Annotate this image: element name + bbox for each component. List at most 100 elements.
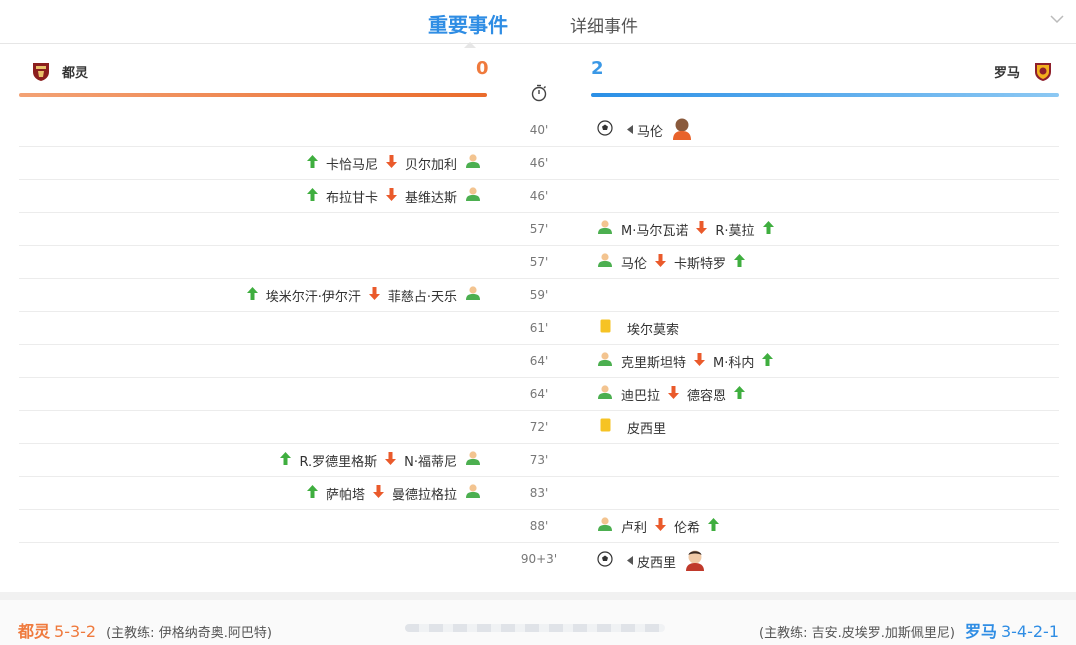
event-row: 57' M·马尔瓦诺 R·莫拉 [19, 213, 1059, 246]
tab-key-events[interactable]: 重要事件 [428, 9, 508, 48]
tab-detailed-events[interactable]: 详细事件 [570, 12, 638, 37]
substitution-player-icon [597, 220, 613, 238]
event-row: 88' 卢利 伦希 [19, 510, 1059, 543]
sub-out-arrow-icon [368, 286, 380, 304]
player-in-name[interactable]: 萨帕塔 [326, 484, 365, 503]
home-team: 都灵 [30, 60, 88, 82]
event-row: 46' 布拉甘卡 基维达斯 [19, 180, 1059, 213]
sub-out-arrow-icon [385, 154, 397, 172]
player-in-name[interactable]: 布拉甘卡 [326, 187, 378, 206]
event-minute: 64' [529, 387, 549, 401]
player-out-name[interactable]: 曼德拉格拉 [392, 484, 457, 503]
player-out-name[interactable]: 克里斯坦特 [621, 352, 686, 371]
home-event: 萨帕塔 曼德拉格拉 [306, 477, 481, 509]
sub-in-arrow-icon [734, 385, 746, 403]
event-minute: 57' [529, 255, 549, 269]
substitution-player-icon [465, 451, 481, 469]
player-in-name[interactable]: 德容恩 [687, 385, 726, 404]
home-formation: 5-3-2 [54, 622, 97, 641]
goal-ball-icon [597, 120, 613, 140]
sub-out-arrow-icon [372, 484, 384, 502]
sub-out-arrow-icon [655, 253, 667, 271]
player-out-name[interactable]: 马伦 [621, 253, 647, 272]
event-row: 73' R.罗德里格斯 N·福蒂尼 [19, 444, 1059, 477]
home-team-name: 都灵 [62, 65, 89, 81]
home-coach: (主教练: 伊格纳奇奥.阿巴特) [106, 626, 272, 641]
substitution-player-icon [465, 187, 481, 205]
sub-out-arrow-icon [655, 517, 667, 535]
sub-in-arrow-icon [306, 187, 318, 205]
event-minute: 57' [529, 222, 549, 236]
home-lineup: 都灵 5-3-2 (主教练: 伊格纳奇奥.阿巴特) [18, 618, 272, 642]
player-avatar [671, 116, 693, 144]
event-row: 40' 马伦 [19, 114, 1059, 147]
event-row: 46' 卡恰马尼 贝尔加利 [19, 147, 1059, 180]
event-minute: 64' [529, 354, 549, 368]
away-score: 2 [591, 58, 604, 79]
sub-in-arrow-icon [762, 352, 774, 370]
sub-in-arrow-icon [246, 286, 258, 304]
away-event: 马伦 卡斯特罗 [597, 246, 746, 278]
chevron-down-icon[interactable] [1050, 14, 1064, 24]
away-event: 卢利 伦希 [597, 510, 720, 542]
player-out-name[interactable]: 贝尔加利 [405, 154, 457, 173]
player-in-name[interactable]: 伦希 [674, 517, 700, 536]
event-list: 40' 马伦 46' 卡恰马尼 贝尔加利 46' 布拉甘卡 基维达斯 57' M·马尔瓦诺 R·莫拉… [19, 114, 1059, 579]
event-minute: 40' [529, 123, 549, 137]
torino-badge-icon [33, 63, 49, 81]
booked-player-name[interactable]: 埃尔莫索 [627, 319, 679, 338]
away-event: M·马尔瓦诺 R·莫拉 [597, 213, 774, 245]
sub-out-arrow-icon [385, 187, 397, 205]
event-tabs: 重要事件 详细事件 [0, 0, 1076, 48]
sub-in-arrow-icon [734, 253, 746, 271]
player-out-name[interactable]: 菲慈占·天乐 [388, 286, 457, 305]
sub-in-arrow-icon [762, 220, 774, 238]
event-minute: 73' [529, 453, 549, 467]
player-out-name[interactable]: 卢利 [621, 517, 647, 536]
away-event: 迪巴拉 德容恩 [597, 378, 746, 410]
substitution-player-icon [597, 253, 613, 271]
event-row: 61' 埃尔莫索 [19, 312, 1059, 345]
event-minute: 59' [529, 288, 549, 302]
away-team: 罗马 [994, 60, 1054, 82]
goal-ball-icon [597, 551, 613, 571]
event-minute: 72' [529, 420, 549, 434]
player-out-name[interactable]: N·福蒂尼 [404, 451, 457, 470]
substitution-player-icon [597, 517, 613, 535]
player-in-name[interactable]: 卡恰马尼 [326, 154, 378, 173]
away-event: 马伦 [597, 114, 693, 146]
away-lineup: (主教练: 吉安.皮埃罗.加斯佩里尼) 罗马 3-4-2-1 [759, 618, 1059, 642]
player-in-name[interactable]: 埃米尔汗·伊尔汗 [266, 286, 361, 305]
sub-in-arrow-icon [280, 451, 292, 469]
stopwatch-icon [531, 84, 547, 102]
away-formation: 3-4-2-1 [1000, 622, 1059, 641]
sub-in-arrow-icon [306, 484, 318, 502]
home-event: 埃米尔汗·伊尔汗 菲慈占·天乐 [246, 279, 481, 311]
player-out-name[interactable]: 基维达斯 [405, 187, 457, 206]
sub-in-arrow-icon [306, 154, 318, 172]
away-bar [591, 93, 1059, 97]
sub-out-arrow-icon [694, 352, 706, 370]
goal-scorer-name[interactable]: 马伦 [637, 121, 663, 140]
player-out-name[interactable]: 迪巴拉 [621, 385, 660, 404]
yellow-card-icon [600, 418, 611, 436]
event-row: 57' 马伦 卡斯特罗 [19, 246, 1059, 279]
event-minute: 90+3' [520, 552, 558, 566]
booked-player-name[interactable]: 皮西里 [627, 418, 666, 437]
substitution-player-icon [597, 385, 613, 403]
player-in-name[interactable]: 卡斯特罗 [674, 253, 726, 272]
player-out-name[interactable]: M·马尔瓦诺 [621, 220, 688, 239]
event-row: 83' 萨帕塔 曼德拉格拉 [19, 477, 1059, 510]
event-minute: 46' [529, 189, 549, 203]
home-bar [19, 93, 487, 97]
away-event: 克里斯坦特 M·科内 [597, 345, 774, 377]
goal-scorer-name[interactable]: 皮西里 [637, 552, 676, 571]
sub-in-arrow-icon [708, 517, 720, 535]
away-lineup-name: 罗马 [964, 622, 997, 641]
home-event: 卡恰马尼 贝尔加利 [306, 147, 481, 179]
sub-out-arrow-icon [385, 451, 397, 469]
player-in-name[interactable]: M·科内 [713, 352, 754, 371]
player-in-name[interactable]: R.罗德里格斯 [299, 451, 377, 470]
player-in-name[interactable]: R·莫拉 [715, 220, 754, 239]
substitution-player-icon [597, 352, 613, 370]
